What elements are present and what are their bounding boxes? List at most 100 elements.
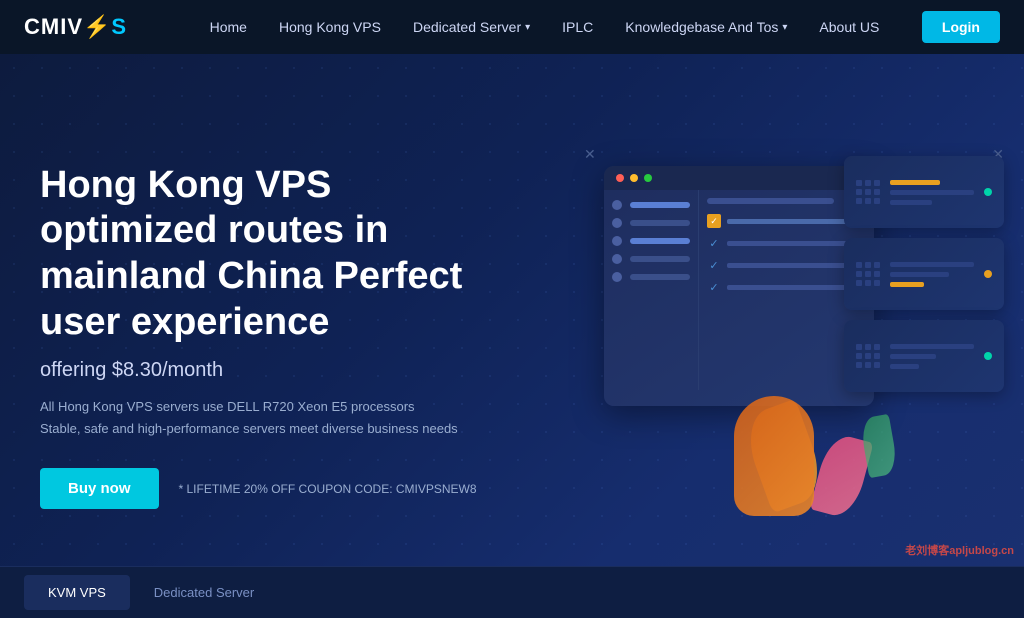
logo: CMIV⚡S: [24, 14, 127, 40]
server-line: [890, 364, 919, 369]
dot-yellow: [630, 174, 638, 182]
dot-green: [644, 174, 652, 182]
server-indicator: [984, 188, 992, 196]
sidebar-item: [612, 254, 690, 264]
server-indicator-orange: [984, 270, 992, 278]
sidebar-dot: [612, 272, 622, 282]
s-dot: [865, 280, 871, 286]
logo-text: CMIV⚡S: [24, 14, 127, 40]
s-dot: [856, 280, 862, 286]
s-dot: [856, 353, 862, 359]
s-dot: [856, 271, 862, 277]
hero-actions: Buy now * LIFETIME 20% OFF COUPON CODE: …: [40, 468, 480, 509]
checkbox-checked: ✓: [707, 214, 721, 228]
nav-item-knowledgebase[interactable]: Knowledgebase And Tos ▾: [609, 0, 803, 54]
s-dot: [856, 362, 862, 368]
server-card-2: [844, 238, 1004, 310]
sidebar-item: [612, 218, 690, 228]
s-dot: [874, 280, 880, 286]
s-dot: [865, 353, 871, 359]
dedicated-dropdown-icon: ▾: [525, 22, 530, 33]
server-indicator: [984, 352, 992, 360]
server-line: [890, 354, 936, 359]
hero-section: Hong Kong VPS optimized routes in mainla…: [0, 54, 1024, 618]
sidebar-bar: [630, 202, 690, 208]
s-dot: [874, 353, 880, 359]
s-dot: [856, 262, 862, 268]
server-dots: [856, 344, 880, 368]
tab-kvm-vps[interactable]: KVM VPS: [24, 575, 130, 610]
navbar: CMIV⚡S Home Hong Kong VPS Dedicated Serv…: [0, 0, 1024, 54]
sidebar-items: [612, 200, 690, 282]
window-sidebar: [604, 190, 699, 390]
server-line-accent: [890, 282, 924, 287]
buy-now-button[interactable]: Buy now: [40, 468, 159, 509]
checkbox-row-checked: ✓: [707, 214, 866, 228]
sidebar-dot: [612, 254, 622, 264]
close-x-left[interactable]: ✕: [584, 146, 596, 163]
server-dots: [856, 262, 880, 286]
s-dot: [874, 189, 880, 195]
nav-item-dedicated[interactable]: Dedicated Server ▾: [397, 0, 546, 54]
login-button[interactable]: Login: [922, 11, 1000, 43]
sidebar-dot: [612, 236, 622, 246]
server-line: [890, 272, 949, 277]
hand-decoration: [734, 396, 814, 516]
illustration-main-window: ✓ ✓ ✓ ✓: [604, 166, 874, 406]
checkmark-icon: ✓: [707, 258, 721, 272]
server-lines: [890, 180, 974, 205]
s-dot: [865, 262, 871, 268]
checkmark-icon: ✓: [707, 236, 721, 250]
server-card-3: [844, 320, 1004, 392]
sidebar-bar: [630, 238, 690, 244]
s-dot: [865, 362, 871, 368]
checkmark-icon: ✓: [707, 280, 721, 294]
checkbox-row-empty: ✓: [707, 236, 866, 250]
s-dot: [856, 344, 862, 350]
s-dot: [856, 180, 862, 186]
server-line: [890, 200, 932, 205]
coupon-text: * LIFETIME 20% OFF COUPON CODE: CMIVPSNE…: [179, 482, 477, 496]
hero-content: Hong Kong VPS optimized routes in mainla…: [0, 163, 520, 510]
nav-links: Home Hong Kong VPS Dedicated Server ▾ IP…: [167, 0, 922, 54]
s-dot: [865, 198, 871, 204]
sidebar-dot: [612, 200, 622, 210]
checkbox-row-empty2: ✓: [707, 258, 866, 272]
hero-price: offering $8.30/month: [40, 359, 480, 382]
s-dot: [865, 271, 871, 277]
hero-illustration: ✕ ✕: [574, 136, 1004, 536]
s-dot: [874, 180, 880, 186]
server-cards: [844, 156, 1004, 392]
s-dot: [874, 198, 880, 204]
nav-item-home[interactable]: Home: [194, 0, 263, 54]
server-line: [890, 190, 974, 195]
nav-item-aboutus[interactable]: About US: [803, 0, 895, 54]
server-line: [890, 344, 974, 349]
sidebar-item: [612, 236, 690, 246]
server-lines: [890, 344, 974, 369]
tabs-bar: KVM VPS Dedicated Server: [0, 566, 1024, 618]
s-dot: [874, 271, 880, 277]
hero-description: All Hong Kong VPS servers use DELL R720 …: [40, 396, 480, 440]
s-dot: [874, 262, 880, 268]
dot-red: [616, 174, 624, 182]
nav-item-hkvps[interactable]: Hong Kong VPS: [263, 0, 397, 54]
s-dot: [865, 189, 871, 195]
s-dot: [865, 180, 871, 186]
s-dot: [856, 189, 862, 195]
s-dot: [856, 198, 862, 204]
server-card-1: [844, 156, 1004, 228]
sidebar-dot: [612, 218, 622, 228]
sidebar-bar: [630, 274, 690, 280]
knowledgebase-dropdown-icon: ▾: [782, 22, 787, 33]
sidebar-bar: [630, 256, 690, 262]
window-titlebar: [604, 166, 874, 190]
sidebar-item: [612, 272, 690, 282]
server-line-accent: [890, 180, 940, 185]
server-line: [890, 262, 974, 267]
tab-dedicated-server[interactable]: Dedicated Server: [130, 575, 278, 610]
content-header-bar: [707, 198, 834, 204]
nav-item-iplc[interactable]: IPLC: [546, 0, 609, 54]
s-dot: [874, 362, 880, 368]
s-dot: [865, 344, 871, 350]
